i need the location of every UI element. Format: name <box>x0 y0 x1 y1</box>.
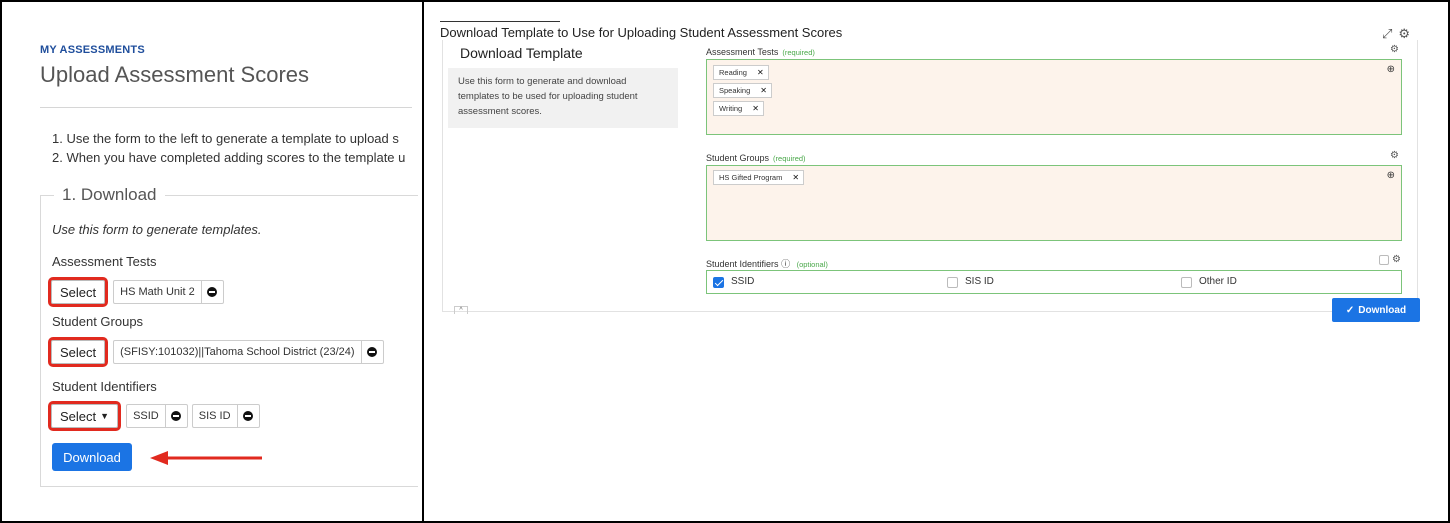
select-label: Select <box>60 284 97 300</box>
close-icon[interactable]: ✕ <box>760 86 767 95</box>
field-label-text: Student Groups <box>706 153 770 163</box>
download-button[interactable]: ✓ Download <box>1332 298 1420 322</box>
tag: HS Gifted Program ✕ <box>713 170 805 185</box>
student-groups-label: Student Groups <box>52 314 144 329</box>
collapse-chevron-icon[interactable]: ^ <box>454 306 468 314</box>
select-all-checkbox[interactable] <box>1379 255 1389 265</box>
remove-chip-button[interactable] <box>360 341 383 363</box>
student-identifiers-options: SSID SIS ID Other ID <box>706 270 1402 294</box>
minus-circle-icon <box>207 287 218 297</box>
zoom-icon[interactable]: ⊕ <box>1387 64 1395 75</box>
assessment-tests-input[interactable]: ⊕ Reading ✕ Speaking ✕ Writing ✕ <box>706 59 1402 135</box>
fieldset-legend: 1. Download <box>54 185 165 205</box>
close-icon[interactable]: ✕ <box>757 68 764 77</box>
download-template-panel: Download Template to Use for Uploading S… <box>422 0 1450 523</box>
student-groups-label: Student Groups (required) <box>706 153 806 163</box>
remove-chip-button[interactable] <box>164 405 187 427</box>
assessment-tests-label: Assessment Tests (required) <box>706 47 815 57</box>
tag: Reading ✕ <box>713 65 769 80</box>
tag-label: Reading <box>719 68 747 77</box>
student-identifiers-label: Student Identifiers <box>52 379 157 394</box>
panel-title: Download Template to Use for Uploading S… <box>440 25 843 40</box>
tag-label: Speaking <box>719 86 751 95</box>
required-hint: (required) <box>782 48 815 57</box>
assessment-test-chip: HS Math Unit 2 <box>113 280 224 304</box>
title-underline <box>440 21 560 22</box>
required-hint: (required) <box>773 154 806 163</box>
instruction-step-2: 2. When you have completed adding scores… <box>52 150 406 165</box>
breadcrumb[interactable]: MY ASSESSMENTS <box>40 44 145 56</box>
divider <box>40 107 412 108</box>
zoom-icon[interactable]: ⊕ <box>1387 170 1395 181</box>
chip-label: HS Math Unit 2 <box>120 286 195 298</box>
student-identifiers-label: Student Identifiers ⓘ (optional) <box>706 257 828 270</box>
instructions: 1. Use the form to the left to generate … <box>52 129 412 167</box>
tag: Speaking ✕ <box>713 83 772 98</box>
identifier-chip-sisid: SIS ID <box>191 404 260 428</box>
select-label: Select <box>60 408 97 424</box>
student-groups-select-button[interactable]: Select <box>47 337 109 367</box>
assessment-tests-row: Select HS Math Unit 2 <box>47 277 228 307</box>
assessment-tests-select-button[interactable]: Select <box>47 277 109 307</box>
instruction-step-1: 1. Use the form to the left to generate … <box>52 131 399 146</box>
section-heading: Download Template <box>460 45 583 61</box>
minus-circle-icon <box>367 347 378 357</box>
checkbox-otherid[interactable] <box>1181 277 1192 288</box>
student-identifiers-row: Select ▼ SSID SIS ID <box>47 401 264 431</box>
upload-scores-panel: MY ASSESSMENTS Upload Assessment Scores … <box>0 0 424 523</box>
option-label-otherid: Other ID <box>1199 276 1237 287</box>
option-label-ssid: SSID <box>731 276 755 287</box>
red-arrow-icon <box>150 451 262 465</box>
identifier-chip-ssid: SSID <box>126 404 188 428</box>
student-groups-input[interactable]: ⊕ HS Gifted Program ✕ <box>706 165 1402 241</box>
gear-icon[interactable]: ⚙ <box>1390 150 1399 161</box>
info-box: Use this form to generate and download t… <box>448 68 678 128</box>
chip-label: (SFISY:101032)||Tahoma School District (… <box>120 346 355 358</box>
download-button[interactable]: Download <box>52 443 132 471</box>
checkbox-sisid[interactable] <box>947 277 958 288</box>
field-label-text: Assessment Tests <box>706 47 779 57</box>
option-label-sisid: SIS ID <box>965 276 994 287</box>
student-groups-row: Select (SFISY:101032)||Tahoma School Dis… <box>47 337 388 367</box>
student-identifiers-select-dropdown[interactable]: Select ▼ <box>47 401 122 431</box>
tag-label: HS Gifted Program <box>719 173 783 182</box>
form-intro: Use this form to generate templates. <box>52 222 262 237</box>
field-label-text: Student Identifiers <box>706 259 779 269</box>
chip-label: SIS ID <box>198 410 231 422</box>
caret-down-icon: ▼ <box>100 411 110 421</box>
minus-circle-icon <box>171 411 182 421</box>
chip-label: SSID <box>133 410 159 422</box>
gear-icon[interactable]: ⚙ <box>1390 44 1399 55</box>
tag-label: Writing <box>719 104 743 113</box>
optional-hint: (optional) <box>796 260 828 269</box>
info-icon[interactable]: ⓘ <box>781 259 790 269</box>
minus-circle-icon <box>243 411 254 421</box>
select-label: Select <box>60 344 97 360</box>
gear-icon[interactable]: ⚙ <box>1392 254 1401 265</box>
page-title: Upload Assessment Scores <box>40 62 310 87</box>
checkbox-ssid[interactable] <box>713 277 724 288</box>
close-icon[interactable]: ✕ <box>752 104 759 113</box>
close-icon[interactable]: ✕ <box>792 173 799 182</box>
remove-chip-button[interactable] <box>200 281 223 303</box>
download-label: Download <box>1358 304 1407 316</box>
assessment-tests-label: Assessment Tests <box>52 254 157 269</box>
check-icon: ✓ <box>1345 304 1355 316</box>
student-group-chip: (SFISY:101032)||Tahoma School District (… <box>113 340 384 364</box>
tag: Writing ✕ <box>713 101 764 116</box>
remove-chip-button[interactable] <box>236 405 259 427</box>
